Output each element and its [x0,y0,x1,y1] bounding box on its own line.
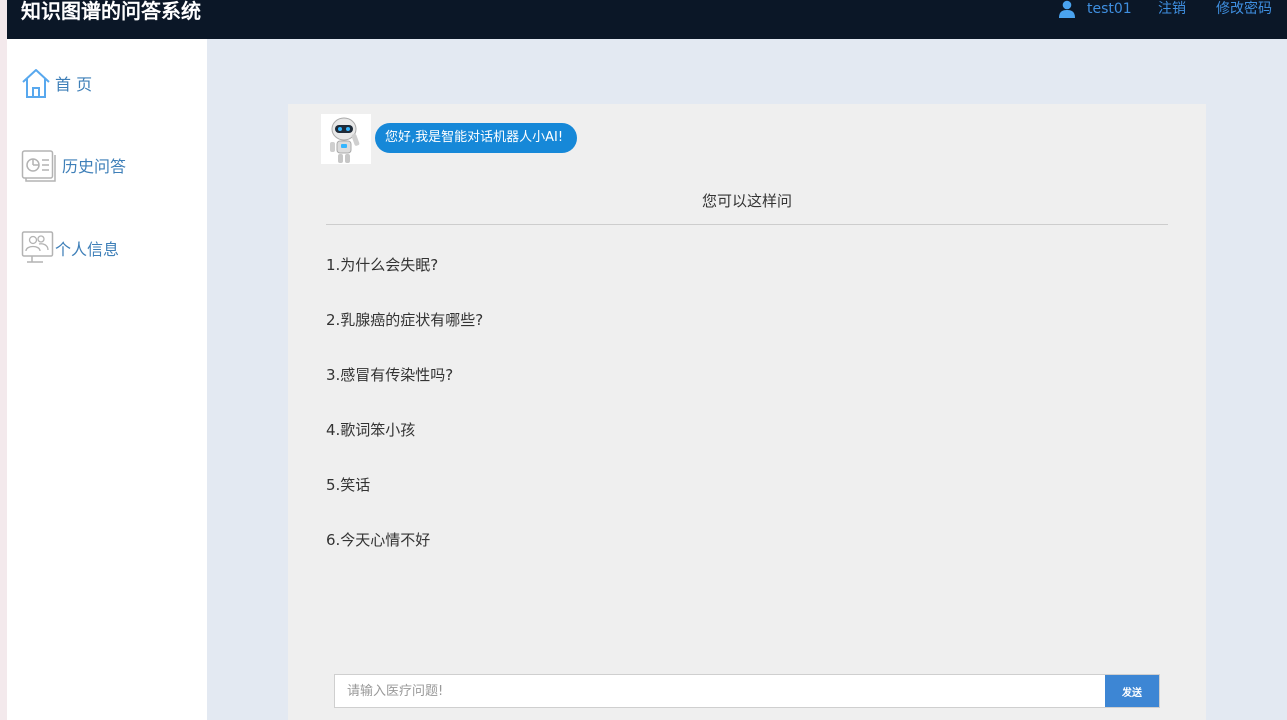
username-label[interactable]: test01 [1087,0,1132,18]
bot-greeting-bubble: 您好,我是智能对话机器人小AI! [375,123,578,153]
profile-icon [21,231,54,263]
suggested-question[interactable]: 4.歌词笨小孩 [326,419,415,440]
robot-icon [330,117,360,163]
sidebar-item-profile[interactable]: 个人信息 [21,230,119,266]
top-header: 知识图谱的问答系统 test01 注销 修改密码 [7,0,1287,39]
question-input[interactable] [335,675,1129,707]
suggested-question[interactable]: 3.感冒有传染性吗? [326,364,453,385]
user-icon [1059,0,1075,18]
change-password-link[interactable]: 修改密码 [1216,0,1272,18]
history-icon [21,150,56,182]
sidebar-item-label: 首 页 [55,75,93,94]
app-title: 知识图谱的问答系统 [21,0,201,23]
sidebar-item-home[interactable]: 首 页 [21,67,92,99]
logout-link[interactable]: 注销 [1158,0,1186,18]
home-icon [22,69,50,98]
sidebar-item-label: 个人信息 [55,240,120,259]
sidebar-item-history[interactable]: 历史问答 [21,148,126,182]
chat-panel: 您好,我是智能对话机器人小AI! 您可以这样问 1.为什么会失眠? 2.乳腺癌的… [288,104,1206,720]
user-menu[interactable]: test01 [1058,0,1132,18]
suggested-question[interactable]: 6.今天心情不好 [326,529,430,550]
robot-avatar [321,114,371,164]
suggested-question[interactable]: 2.乳腺癌的症状有哪些? [326,309,483,330]
suggested-question[interactable]: 5.笑话 [326,474,370,495]
main-content: 您好,我是智能对话机器人小AI! 您可以这样问 1.为什么会失眠? 2.乳腺癌的… [207,39,1287,720]
sidebar: 首 页 历史问答 个人信息 [7,39,207,720]
chat-input-bar: 发送 [334,674,1160,708]
send-button[interactable]: 发送 [1105,675,1159,707]
suggested-question[interactable]: 1.为什么会失眠? [326,254,438,275]
divider [326,224,1168,225]
suggestion-title: 您可以这样问 [701,192,792,210]
sidebar-item-label: 历史问答 [62,157,127,176]
